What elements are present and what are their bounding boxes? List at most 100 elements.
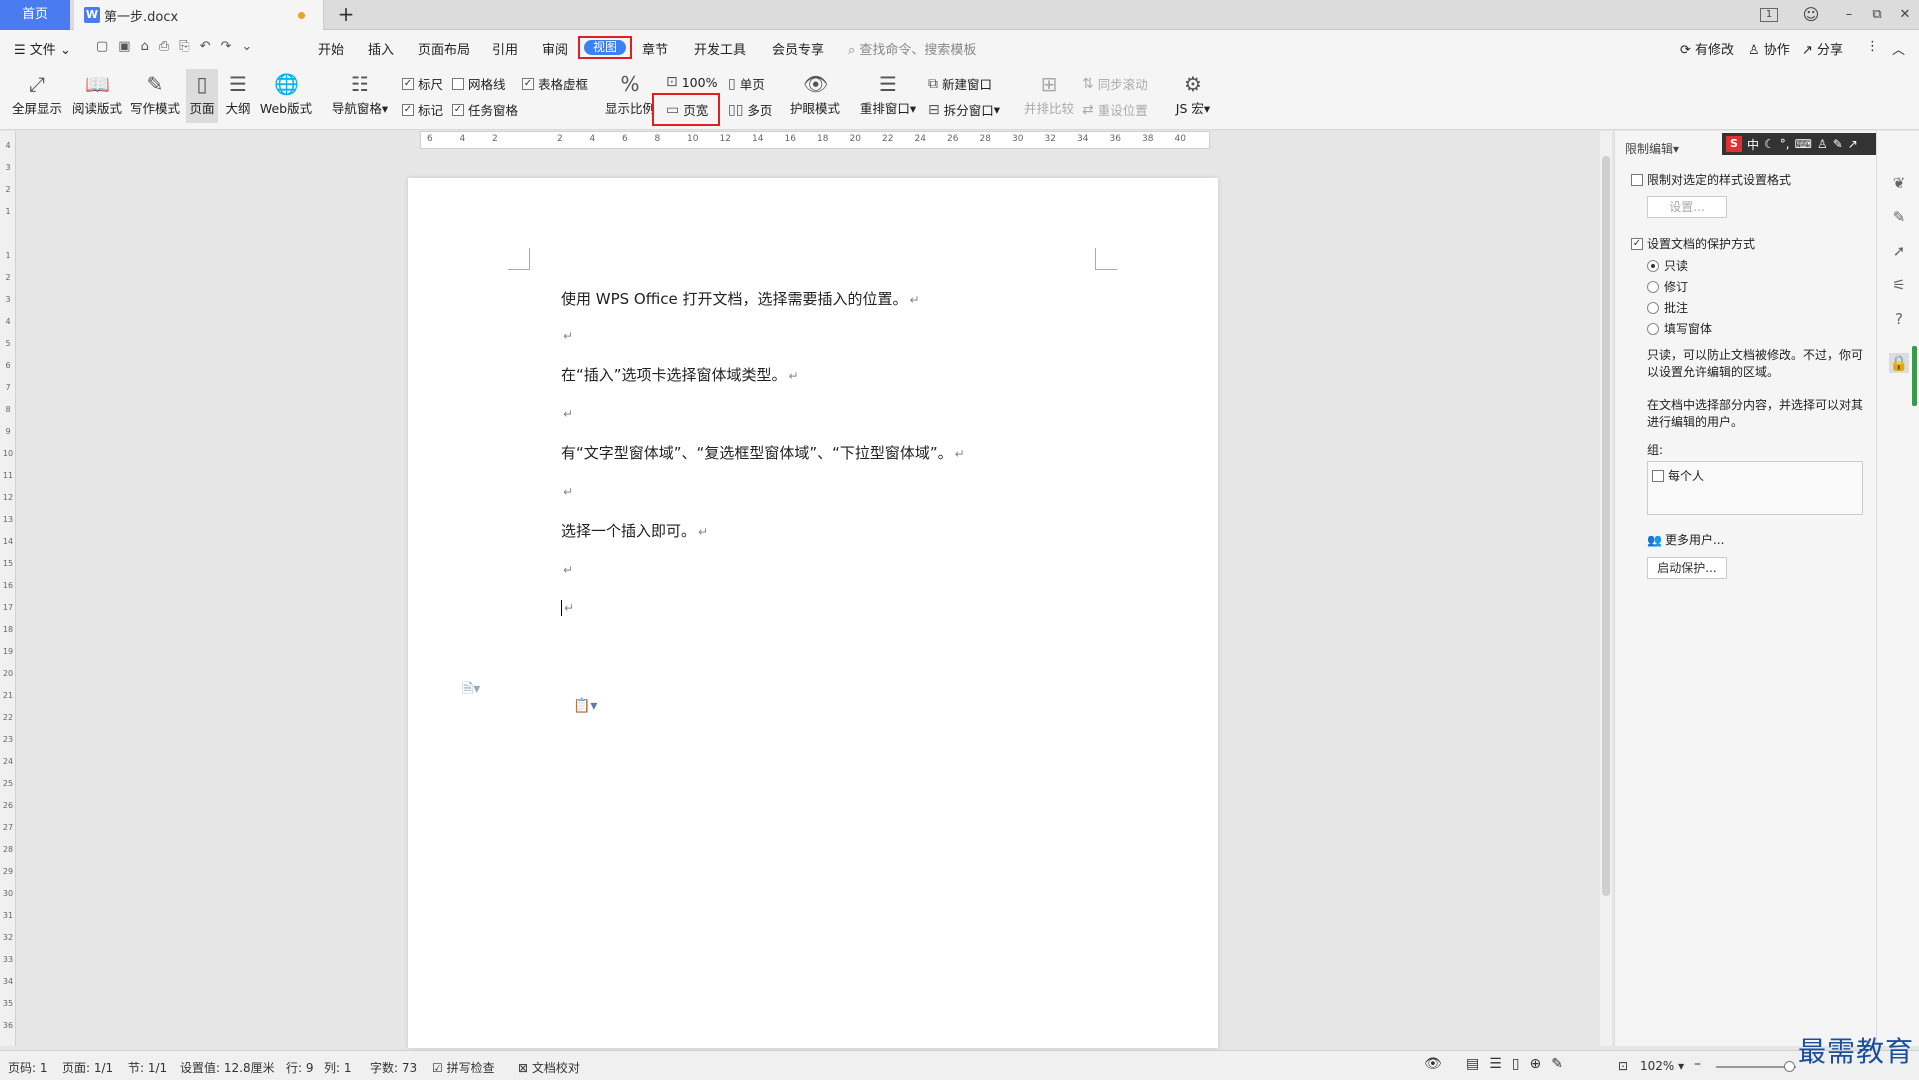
menu-reference[interactable]: 引用 [492,39,518,58]
eye-mode-icon[interactable]: 👁 [1424,1056,1442,1072]
status-section[interactable]: 节: 1/1 [128,1059,167,1076]
web-layout-button[interactable]: 🌐 Web版式 [258,73,314,117]
outline-button[interactable]: ☰ 大纲 [222,73,254,117]
start-protect-button[interactable]: 启动保护... [1647,557,1727,579]
punct-icon[interactable]: °, [1780,137,1790,151]
user-icon[interactable]: ♙ [1817,137,1828,151]
wrench-icon[interactable]: ✎ [1833,137,1843,151]
tab-home[interactable]: 首页 [0,0,70,30]
paragraph[interactable]: ↵ [561,326,573,344]
document-page[interactable]: 使用 WPS Office 打开文档，选择需要插入的位置。 ↵ ↵ 在“插入”选项卡选… [408,178,1218,1048]
keyboard-icon[interactable]: ⌨ [1795,137,1812,151]
collapse-ribbon-icon[interactable]: ︿ [1892,39,1905,58]
sync-scroll-button[interactable]: ⇅ 同步滚动 [1082,74,1148,93]
radio-comment[interactable]: 批注 [1647,299,1688,316]
zoom-slider-thumb[interactable] [1784,1061,1795,1072]
close-button[interactable]: ✕ [1894,4,1916,26]
new-window-button[interactable]: ⧉ 新建窗口 [928,74,992,93]
moon-icon[interactable]: ☾ [1764,137,1775,151]
vertical-scrollbar[interactable] [1600,131,1612,1046]
zoom-level[interactable]: 102% ▾ [1640,1059,1684,1073]
menu-review[interactable]: 审阅 [542,39,568,58]
zoom-slider[interactable] [1716,1061,1796,1072]
gridlines-checkbox[interactable]: 网格线 [452,74,506,93]
marks-checkbox[interactable]: ✓ 标记 [402,100,443,119]
reading-layout-button[interactable]: 📖 阅读版式 [70,73,124,117]
doc-assist-icon[interactable]: 🗎▾ [462,678,480,702]
paragraph[interactable]: ↵ [561,404,573,422]
zoom-100-button[interactable]: ⊡ 100% [666,74,717,90]
minimize-button[interactable]: – [1838,4,1860,26]
file-menu[interactable]: ☰ 文件 ⌄ [14,39,71,58]
menu-dev-tools[interactable]: 开发工具 [694,39,746,58]
paragraph[interactable]: 在“插入”选项卡选择窗体域类型。 ↵ [561,364,799,385]
lock-icon[interactable]: 🔒 [1889,353,1909,373]
restore-button[interactable]: ⧉ [1866,4,1888,26]
menu-member[interactable]: 会员专享 [772,39,824,58]
restrict-format-checkbox[interactable]: 限制对选定的样式设置格式 [1631,171,1791,188]
split-window-button[interactable]: ⊟ 拆分窗口 ▾ [928,100,1000,119]
protect-mode-checkbox[interactable]: ✓ 设置文档的保护方式 [1631,235,1755,252]
status-page-code[interactable]: 页码: 1 [8,1059,48,1076]
new-tab-button[interactable]: + [334,3,358,27]
js-macro-button[interactable]: ⚙ JS 宏▾ [1170,73,1216,117]
eye-protect-button[interactable]: 👁 护眼模式 [788,73,842,117]
paragraph[interactable]: ↵ [561,598,574,616]
modified-button[interactable]: ⟳ 有修改 [1680,39,1734,58]
paragraph[interactable]: 选择一个插入即可。 ↵ [561,520,708,541]
everyone-checkbox[interactable]: 每个人 [1652,467,1704,484]
task-pane-checkbox[interactable]: ✓ 任务窗格 [452,100,518,119]
paragraph[interactable]: 使用 WPS Office 打开文档，选择需要插入的位置。 ↵ [561,288,920,309]
single-page-button[interactable]: ▯ 单页 [728,74,765,93]
status-words[interactable]: 字数: 73 [370,1059,417,1076]
share-button[interactable]: ↗ 分享 [1802,39,1843,58]
external-icon[interactable]: ↗ [1848,137,1858,151]
avatar[interactable]: ☺ [1800,4,1822,26]
status-setting[interactable]: 设置值: 12.8厘米 [180,1059,275,1076]
paragraph[interactable]: ↵ [561,482,573,500]
style-icon[interactable]: ❦ [1889,173,1909,193]
search-box[interactable]: ⌕ 查找命令、搜索模板 [848,39,976,58]
menu-start[interactable]: 开始 [318,39,344,58]
view-mode-icons[interactable]: ▤☰▯⊕✎ [1466,1056,1573,1072]
pane-title[interactable]: 限制编辑 ▾ [1625,140,1679,157]
table-frame-checkbox[interactable]: ✓ 表格虚框 [522,74,588,93]
settings-button[interactable]: 设置... [1647,196,1727,218]
side-by-side-button[interactable]: ⊞ 并排比较 [1022,73,1076,117]
radio-readonly[interactable]: 只读 [1647,257,1688,274]
paste-options-icon[interactable]: 📋▾ [573,698,597,714]
menu-page-layout[interactable]: 页面布局 [418,39,470,58]
ime-lang[interactable]: 中 [1747,136,1759,153]
writing-mode-button[interactable]: ✎ 写作模式 [128,73,182,117]
status-col[interactable]: 列: 1 [324,1059,352,1076]
fullscreen-button[interactable]: ⤢ 全屏显示 [12,73,62,117]
page-layout-button[interactable]: ▯ 页面 [186,69,218,123]
more-users-link[interactable]: 👥 更多用户... [1647,531,1724,548]
multi-page-button[interactable]: ▯▯ 多页 [728,100,772,119]
status-pages[interactable]: 页面: 1/1 [62,1059,113,1076]
rearrange-window-button[interactable]: ☰ 重排窗口▾ [858,73,918,117]
status-row[interactable]: 行: 9 [286,1059,314,1076]
menu-insert[interactable]: 插入 [368,39,394,58]
nav-pane-button[interactable]: ☷ 导航窗格▾ [330,73,390,117]
collab-button[interactable]: ♙ 协作 [1748,39,1790,58]
zoom-out-button[interactable]: – [1694,1056,1701,1072]
radio-revision[interactable]: 修订 [1647,278,1688,295]
edit-icon[interactable]: ✎ [1889,207,1909,227]
tab-document[interactable]: W 第一步.docx [74,0,324,30]
zoom-ratio-button[interactable]: % 显示比例 [604,73,656,117]
menu-chapter[interactable]: 章节 [642,39,668,58]
fit-icon[interactable]: ⊡ [1618,1059,1628,1073]
ruler-checkbox[interactable]: ✓ 标尺 [402,74,443,93]
scrollbar-thumb[interactable] [1602,156,1610,896]
paragraph[interactable]: 有“文字型窗体域”、“复选框型窗体域”、“下拉型窗体域”。 ↵ [561,442,965,463]
window-count-badge[interactable]: 1 [1760,8,1778,22]
reset-position-button[interactable]: ⇄ 重设位置 [1082,100,1148,119]
select-icon[interactable]: ➚ [1889,241,1909,261]
quick-access-toolbar[interactable]: ▢▣⌂⎙⎘↶↷⌄ [96,39,262,54]
paragraph[interactable]: ↵ [561,560,573,578]
radio-fill-form[interactable]: 填写窗体 [1647,320,1712,337]
help-icon[interactable]: ? [1889,309,1909,329]
menu-view[interactable]: 视图 [578,36,632,59]
more-icon[interactable]: ⋮ [1866,39,1879,54]
